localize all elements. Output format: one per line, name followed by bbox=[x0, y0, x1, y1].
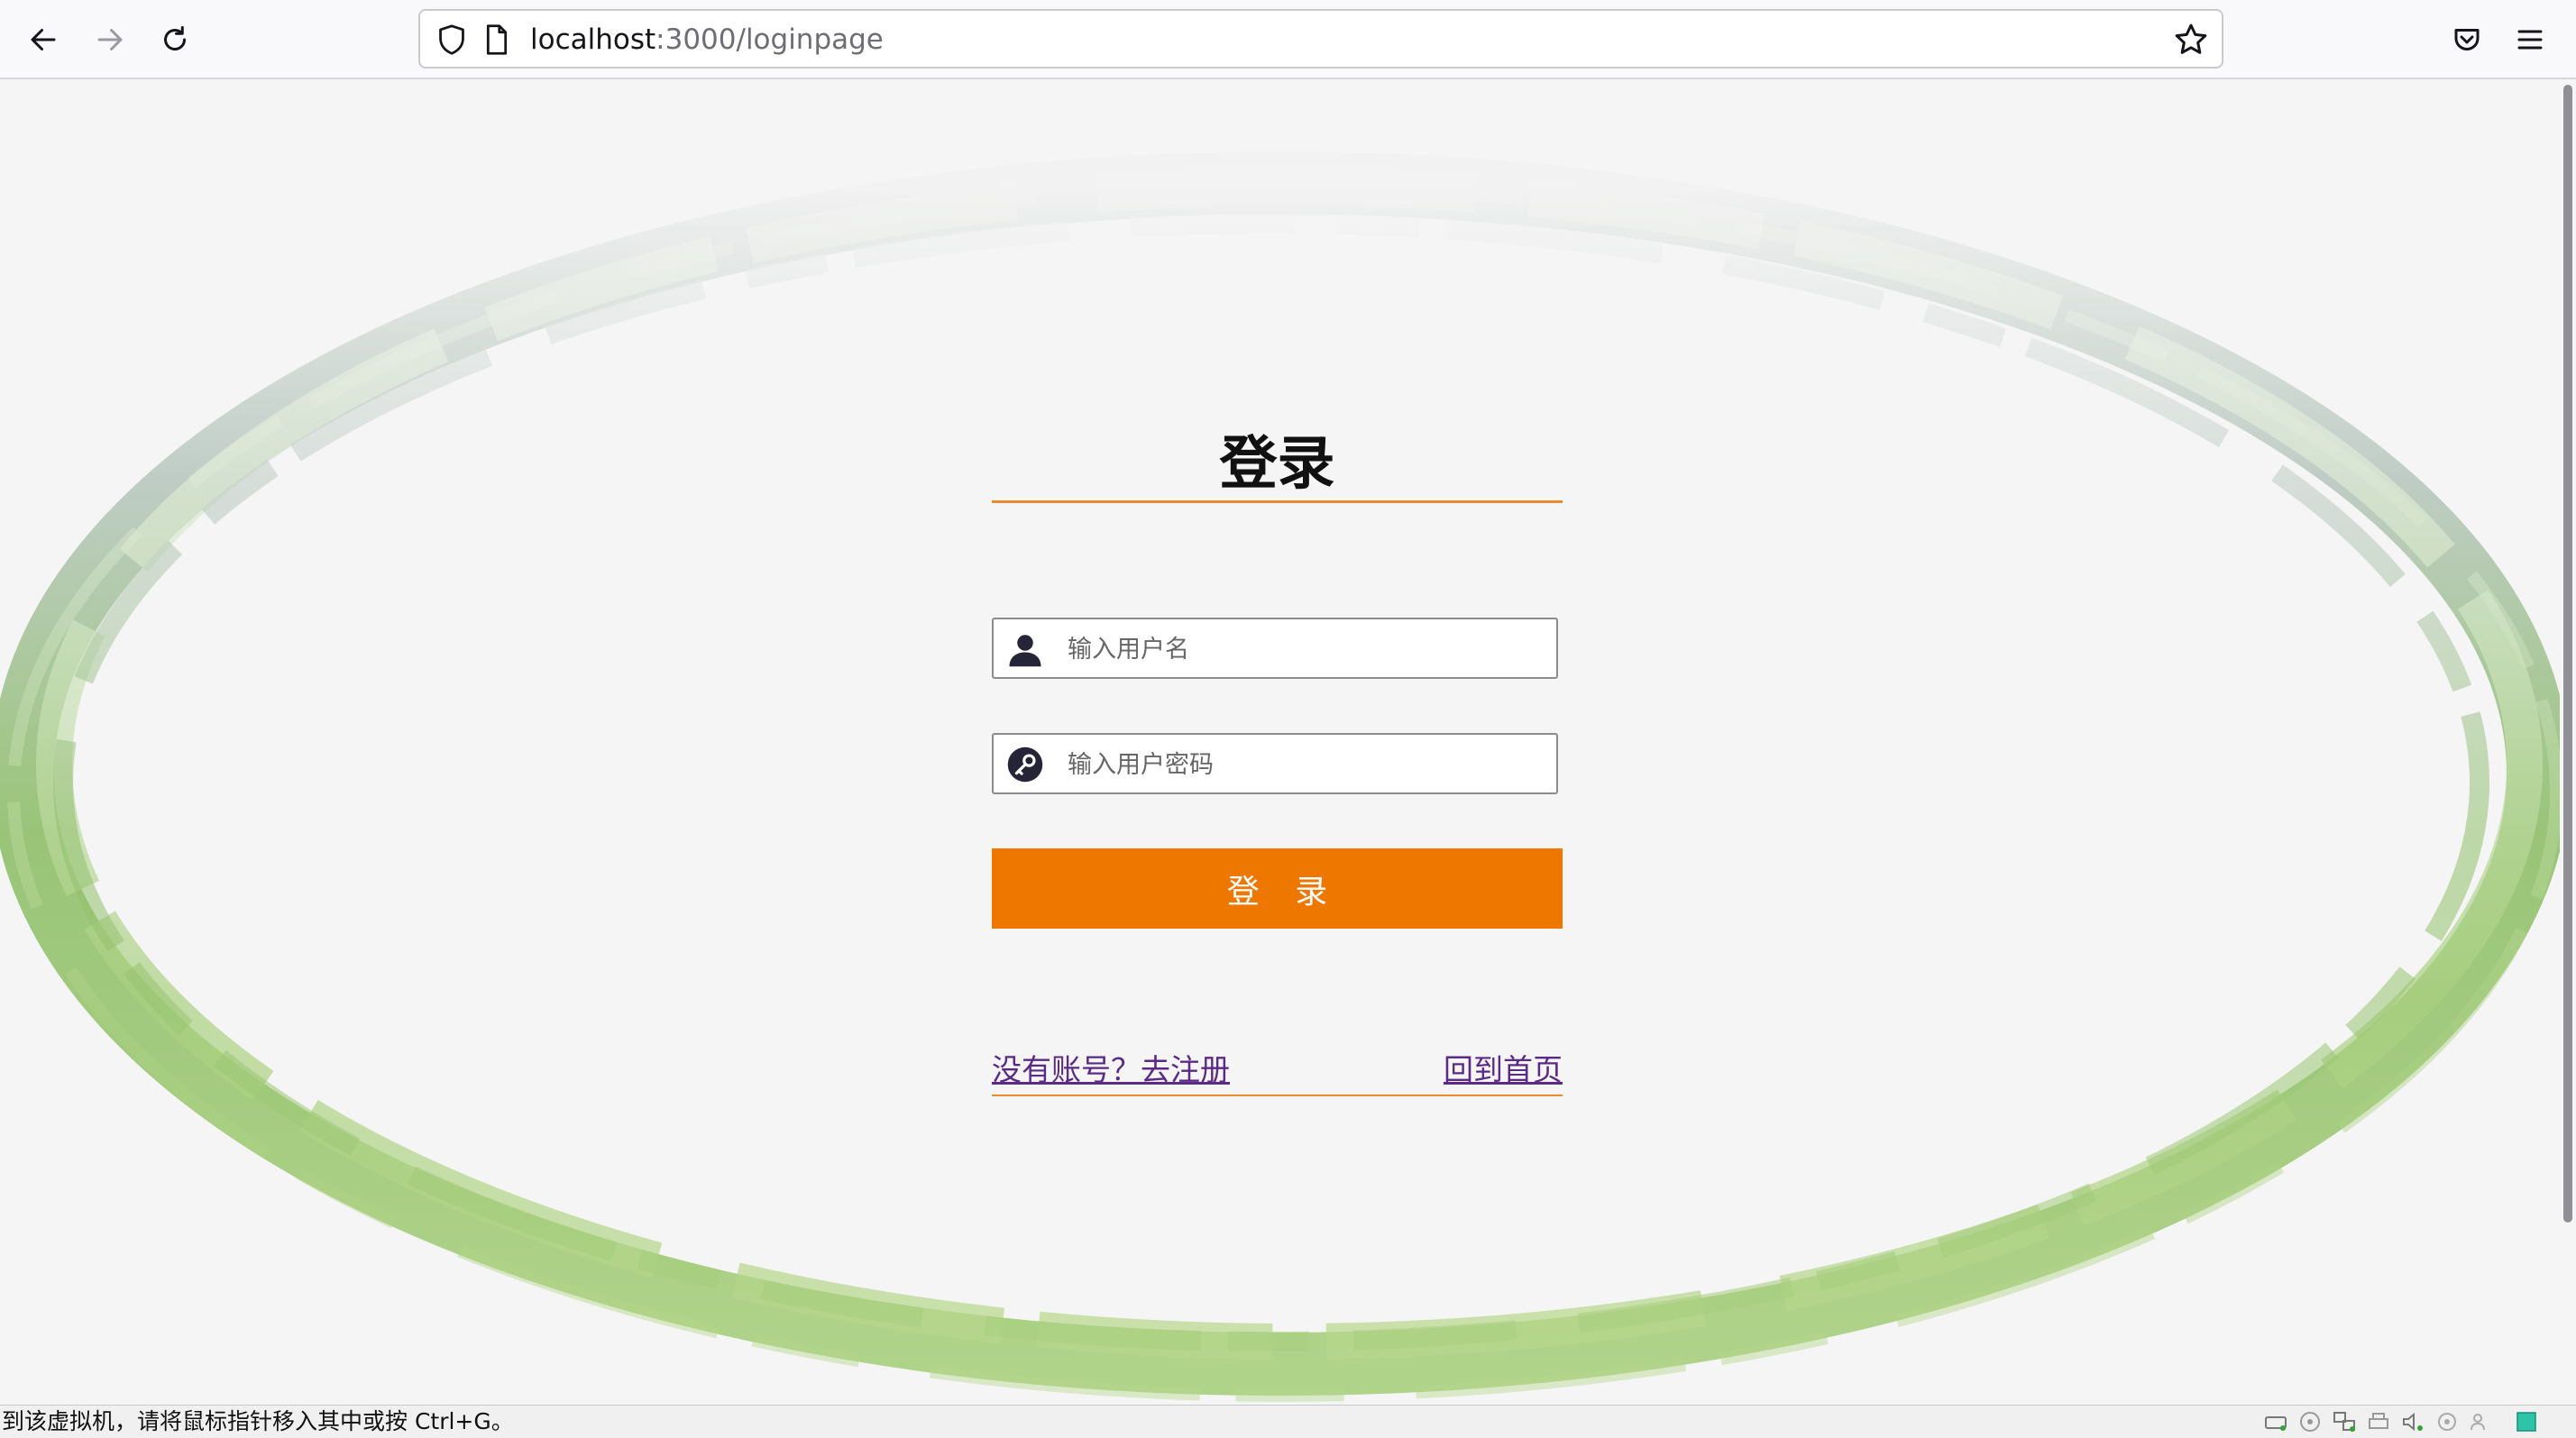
home-link[interactable]: 回到首页 bbox=[1444, 1051, 1563, 1089]
vm-status-bar: 到该虚拟机，请将鼠标指针移入其中或按 Ctrl+G。 bbox=[0, 1405, 2576, 1438]
printer-icon[interactable] bbox=[2366, 1410, 2391, 1433]
message-icon[interactable] bbox=[2514, 1410, 2539, 1433]
login-title: 登录 bbox=[992, 426, 1563, 503]
forward-button[interactable] bbox=[87, 16, 133, 63]
key-icon bbox=[1007, 746, 1043, 783]
menu-icon bbox=[2517, 30, 2543, 50]
links-row: 没有账号？去注册 回到首页 bbox=[992, 1042, 1563, 1096]
network-icon[interactable] bbox=[2332, 1410, 2357, 1433]
browser-toolbar: localhost:3000/loginpage bbox=[0, 0, 2576, 79]
url-text[interactable]: localhost:3000/loginpage bbox=[530, 22, 884, 58]
reload-icon bbox=[164, 26, 186, 50]
usb-icon[interactable] bbox=[2434, 1410, 2460, 1433]
scrollbar[interactable] bbox=[2560, 79, 2576, 1405]
page-viewport: 登录 登 录 没有账号？去注册 回到首页 bbox=[0, 79, 2576, 1405]
username-field[interactable] bbox=[992, 618, 1558, 679]
page-icon bbox=[486, 24, 508, 55]
forward-arrow-icon bbox=[97, 29, 123, 50]
username-input[interactable] bbox=[1066, 625, 1547, 673]
pocket-button[interactable] bbox=[2443, 16, 2490, 63]
pocket-icon bbox=[2454, 29, 2480, 50]
password-input[interactable] bbox=[1066, 740, 1547, 789]
back-button[interactable] bbox=[20, 16, 67, 63]
login-button[interactable]: 登 录 bbox=[992, 848, 1563, 929]
optical-drive-icon[interactable] bbox=[2297, 1410, 2323, 1433]
vm-status-text: 到该虚拟机，请将鼠标指针移入其中或按 Ctrl+G。 bbox=[2, 1408, 514, 1434]
user-icon bbox=[1009, 635, 1041, 667]
sound-icon[interactable] bbox=[2400, 1410, 2425, 1433]
url-path: :3000/loginpage bbox=[655, 23, 884, 56]
hard-disk-icon[interactable] bbox=[2263, 1410, 2288, 1433]
star-icon[interactable] bbox=[2173, 22, 2209, 58]
back-arrow-icon bbox=[31, 29, 56, 50]
scrollbar-thumb[interactable] bbox=[2563, 85, 2572, 1223]
url-bar[interactable]: localhost:3000/loginpage bbox=[418, 9, 2223, 69]
menu-button[interactable] bbox=[2507, 16, 2553, 63]
user-devices-icon[interactable] bbox=[2469, 1410, 2494, 1433]
shield-icon[interactable] bbox=[436, 23, 467, 56]
url-host: localhost bbox=[530, 23, 656, 56]
reload-button[interactable] bbox=[151, 16, 198, 63]
password-field[interactable] bbox=[992, 733, 1558, 794]
register-link[interactable]: 没有账号？去注册 bbox=[992, 1051, 1230, 1089]
